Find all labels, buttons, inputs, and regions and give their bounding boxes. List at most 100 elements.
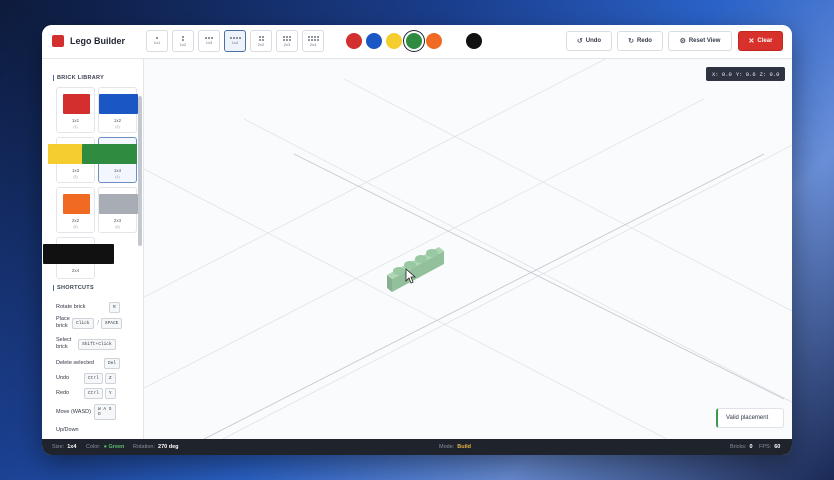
key-badge: Del bbox=[104, 358, 121, 369]
status-rotation: Rotation: 270 deg bbox=[133, 444, 179, 450]
studs-icon bbox=[182, 35, 184, 41]
shortcut-delete: Delete selected Del bbox=[56, 358, 122, 369]
toolbar: Lego Builder 1x1 1x2 1x3 1x4 2x2 2x3 2x4… bbox=[42, 25, 792, 59]
color-swatch-blue[interactable] bbox=[366, 33, 382, 49]
status-mode-label: Mode: bbox=[439, 444, 455, 450]
undo-icon: ↺ bbox=[576, 38, 583, 45]
studs-icon bbox=[307, 35, 319, 41]
brick-name: 2x3 bbox=[113, 218, 122, 223]
status-bricks-value: 0 bbox=[749, 444, 753, 450]
coordinates-readout: X: 0.0 Y: 0.6 Z: 0.0 bbox=[706, 67, 786, 81]
size-button-2x3[interactable]: 2x3 bbox=[276, 30, 298, 52]
toast-text: Valid placement bbox=[726, 415, 769, 421]
brick-swatch bbox=[63, 94, 90, 114]
status-fps-label: FPS: bbox=[759, 444, 772, 450]
size-label: 1x2 bbox=[179, 41, 187, 47]
studs-icon bbox=[283, 35, 291, 41]
key-badge: Ctrl bbox=[84, 373, 103, 384]
shortcut-label: Rotate brick bbox=[56, 304, 86, 310]
brick-card-1x2[interactable]: 1x2 (2) bbox=[98, 87, 138, 133]
shortcut-label: Delete selected bbox=[56, 360, 94, 366]
sidebar-scrollbar-vertical[interactable] bbox=[138, 96, 142, 246]
undo-button[interactable]: ↺ Undo bbox=[566, 31, 612, 51]
shortcut-label: Up/Down bbox=[56, 427, 79, 433]
size-label: 1x4 bbox=[231, 40, 239, 45]
color-swatch-yellow[interactable] bbox=[386, 33, 402, 49]
shortcut-move: Move (WASD) W A S D bbox=[56, 404, 118, 420]
key-badge: Click bbox=[72, 317, 94, 329]
size-label: 1x3 bbox=[205, 40, 213, 45]
shortcut-label: Redo bbox=[56, 390, 70, 396]
size-label: 2x4 bbox=[309, 41, 317, 47]
size-button-1x3[interactable]: 1x3 bbox=[198, 30, 220, 52]
brick-count: (3) bbox=[73, 175, 78, 179]
brick-count: (5) bbox=[73, 225, 78, 229]
brick-card-2x4[interactable]: 2x4 bbox=[43, 237, 114, 279]
size-button-1x2[interactable]: 1x2 bbox=[172, 30, 194, 52]
reset-view-button[interactable]: ⚙ Reset View bbox=[668, 31, 732, 51]
color-swatch-black[interactable] bbox=[466, 33, 482, 49]
studs-icon bbox=[258, 35, 264, 41]
status-size-label: Size: bbox=[52, 444, 65, 450]
status-fps-value: 60 bbox=[774, 444, 781, 450]
key-badge: Z bbox=[104, 373, 116, 384]
coord-y: Y: 0.6 bbox=[735, 70, 756, 78]
redo-button[interactable]: ↻ Redo bbox=[617, 31, 663, 51]
3d-viewport[interactable] bbox=[144, 59, 792, 439]
key-badge: Ctrl bbox=[84, 388, 103, 399]
brick-card-2x2[interactable]: 2x2 (5) bbox=[56, 187, 95, 233]
sidebar: BRICK LIBRARY 1x1 (1) 1x2 (2) 1x3 (3) 1x… bbox=[42, 59, 144, 452]
brick-name: 2x4 bbox=[71, 268, 80, 273]
size-button-2x2[interactable]: 2x2 bbox=[250, 30, 272, 52]
color-swatch-orange[interactable] bbox=[426, 33, 442, 49]
shortcut-place: Place brick Click / SPACE bbox=[56, 316, 124, 330]
status-size-value: 1x4 bbox=[67, 444, 77, 450]
status-rotation-label: Rotation: bbox=[133, 444, 156, 450]
status-color-value: ● Green bbox=[103, 444, 125, 450]
redo-icon: ↻ bbox=[628, 38, 634, 45]
shortcut-label: Move (WASD) bbox=[56, 408, 91, 415]
brick-swatch bbox=[63, 194, 90, 214]
size-label: 2x2 bbox=[257, 41, 265, 47]
app-title: Lego Builder bbox=[70, 36, 126, 46]
shortcut-label: Place brick bbox=[56, 316, 70, 329]
key-badge: SPACE bbox=[100, 317, 123, 329]
brick-swatch bbox=[99, 194, 138, 214]
color-swatch-green[interactable] bbox=[406, 33, 422, 49]
status-fps: FPS: 60 bbox=[759, 444, 780, 450]
status-mode-value: Build bbox=[457, 444, 472, 450]
trash-icon: ✕ bbox=[748, 38, 755, 45]
key-badge: R bbox=[109, 302, 120, 313]
key-badge: Shift+Click bbox=[78, 338, 116, 350]
status-size: Size: 1x4 bbox=[52, 444, 76, 450]
brick-card-1x1[interactable]: 1x1 (1) bbox=[56, 87, 95, 133]
redo-label: Redo bbox=[636, 38, 652, 44]
size-button-1x1[interactable]: 1x1 bbox=[146, 30, 168, 52]
build-plate-grid bbox=[144, 59, 792, 439]
app-window: Lego Builder 1x1 1x2 1x3 1x4 2x2 2x3 2x4… bbox=[42, 25, 792, 455]
status-bricks-label: Bricks: bbox=[730, 444, 747, 450]
brick-card-2x3[interactable]: 2x3 (6) bbox=[98, 187, 138, 233]
brick-swatch bbox=[43, 244, 114, 264]
status-mode: Mode: Build bbox=[439, 444, 471, 450]
coord-z: Z: 0.0 bbox=[759, 70, 780, 78]
brick-name: 2x2 bbox=[71, 218, 80, 223]
status-bar: Size: 1x4 Color: ● Green Rotation: 270 d… bbox=[42, 439, 792, 455]
clear-label: Clear bbox=[757, 38, 773, 44]
brick-name: 1x1 bbox=[71, 118, 80, 123]
size-label: 2x3 bbox=[283, 41, 291, 47]
brick-swatch bbox=[99, 94, 138, 114]
color-swatch-red[interactable] bbox=[346, 33, 362, 49]
studs-icon bbox=[229, 37, 241, 39]
size-button-1x4[interactable]: 1x4 bbox=[224, 30, 246, 52]
status-color-label: Color: bbox=[86, 444, 101, 450]
brick-card-1x4[interactable]: 1x4 (4) bbox=[82, 137, 137, 183]
brick-count: (6) bbox=[115, 225, 120, 229]
studs-icon bbox=[205, 37, 213, 39]
key-badge: Y bbox=[104, 388, 116, 399]
ghost-brick[interactable] bbox=[387, 247, 444, 292]
clear-button[interactable]: ✕ Clear bbox=[738, 31, 783, 51]
status-bricks: Bricks: 0 bbox=[730, 444, 753, 450]
size-button-2x4[interactable]: 2x4 bbox=[302, 30, 324, 52]
brand: Lego Builder bbox=[52, 35, 125, 47]
